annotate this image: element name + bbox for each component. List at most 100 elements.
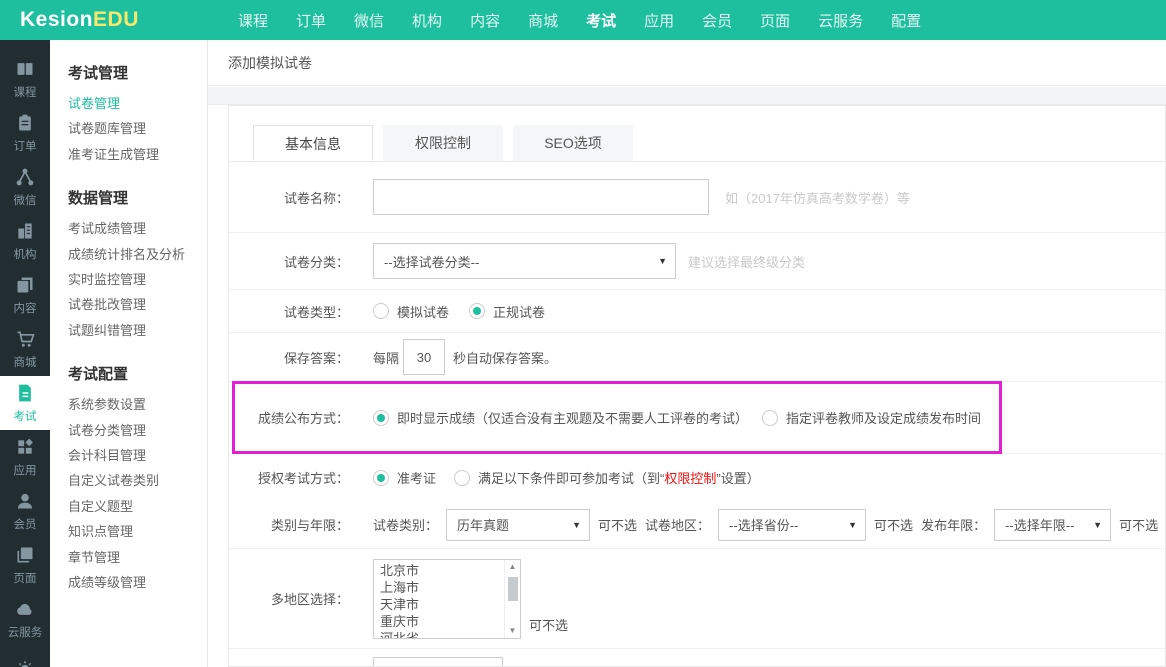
sidenav-item-question-bank[interactable]: 试卷题库管理 <box>68 116 207 141</box>
row-paper-name: 试卷名称： 如（2017年仿真高考数学卷）等 <box>229 162 1165 233</box>
paper-kind-note: 可不选 <box>598 518 638 533</box>
header-spacer <box>208 87 1166 105</box>
paper-type-label: 试卷类型： <box>283 304 349 320</box>
sidebar-item-cloudservice[interactable]: 云服务 <box>0 592 50 646</box>
topnav-item-apps[interactable]: 应用 <box>644 10 674 31</box>
radio-mock-paper[interactable] <box>373 303 389 319</box>
paper-kind-selected-value: 历年真题 <box>457 518 510 533</box>
sidenav-heading-exam-mgmt: 考试管理 <box>68 65 129 82</box>
listbox-scrollbar[interactable]: ▲ ▼ <box>504 559 520 638</box>
scrollbar-thumb[interactable] <box>507 576 518 601</box>
sidebar-item-wechat[interactable]: 微信 <box>0 160 50 214</box>
paper-kind-select[interactable]: 历年真题 ▼ <box>446 508 591 541</box>
topnav-item-mall[interactable]: 商城 <box>528 10 558 31</box>
listbox-option[interactable]: 天津市 <box>380 596 504 613</box>
radio-scheduled-score[interactable] <box>762 409 779 426</box>
multi-region-listbox[interactable]: 北京市 上海市 天津市 重庆市 河北省 ▲ ▼ <box>373 558 521 639</box>
sidenav-item-realtime-monitor[interactable]: 实时监控管理 <box>68 267 207 292</box>
row-paper-type: 试卷类型： 模拟试卷 正规试卷 <box>229 290 1165 333</box>
topnav-item-members[interactable]: 会员 <box>702 10 732 31</box>
topnav-item-orders[interactable]: 订单 <box>296 10 326 31</box>
radio-admission-ticket-label: 准考证 <box>397 471 437 486</box>
sidebar-item-content[interactable]: 内容 <box>0 268 50 322</box>
sidenav-item-score-stats[interactable]: 成绩统计排名及分析 <box>68 242 207 267</box>
paper-category-label: 试卷分类： <box>283 254 349 270</box>
topnav-item-wechat[interactable]: 微信 <box>354 10 384 31</box>
sidebar-item-config[interactable] <box>0 646 50 667</box>
paper-region-select[interactable]: --选择省份-- ▼ <box>718 508 867 541</box>
book-icon <box>15 59 35 84</box>
radio-admission-ticket[interactable] <box>373 469 389 486</box>
sidenav-item-custom-paper-type[interactable]: 自定义试卷类别 <box>68 468 207 493</box>
sidenav-item-error-correction[interactable]: 试题纠错管理 <box>68 318 207 343</box>
radio-condition-entry[interactable] <box>454 469 471 486</box>
copy-icon <box>15 275 35 300</box>
radio-scheduled-score-label: 指定评卷教师及设定成绩发布时间 <box>786 411 982 426</box>
scroll-down-icon[interactable]: ▼ <box>509 626 517 636</box>
save-interval-input[interactable] <box>403 339 446 375</box>
app-logo[interactable]: KesionEDU <box>20 8 139 32</box>
sidenav-item-accounting-subject[interactable]: 会计科目管理 <box>68 443 207 468</box>
share-icon <box>15 167 35 192</box>
paper-name-input[interactable] <box>373 179 709 215</box>
sidebar-item-org[interactable]: 机构 <box>0 214 50 268</box>
user-icon <box>15 491 35 516</box>
paper-name-label: 试卷名称： <box>283 190 349 206</box>
paper-category-select[interactable]: --选择试卷分类-- ▼ <box>373 243 676 279</box>
category-year-label: 类别与年限： <box>270 518 349 533</box>
publish-year-select[interactable]: --选择年限-- ▼ <box>994 508 1112 541</box>
next-field-input-partial[interactable] <box>373 657 503 666</box>
multi-region-label: 多地区选择： <box>270 592 349 607</box>
sidenav-item-chapter-mgmt[interactable]: 章节管理 <box>68 545 207 570</box>
scroll-up-icon[interactable]: ▲ <box>509 562 517 572</box>
paper-region-sub-label: 试卷地区： <box>645 518 711 533</box>
row-next-field-partial <box>229 649 1165 666</box>
listbox-option[interactable]: 河北省 <box>380 630 504 638</box>
tab-permission-control[interactable]: 权限控制 <box>383 125 503 161</box>
topnav-item-org[interactable]: 机构 <box>412 10 442 31</box>
row-category-year: 类别与年限： 试卷类别： 历年真题 ▼ 可不选 试卷地区： --选择省份-- ▼… <box>229 501 1165 549</box>
sidebar-item-apps[interactable]: 应用 <box>0 430 50 484</box>
sidebar-item-mall[interactable]: 商城 <box>0 322 50 376</box>
tab-basic-info[interactable]: 基本信息 <box>253 125 373 161</box>
top-bar: KesionEDU 课程 订单 微信 机构 内容 商城 考试 应用 会员 页面 … <box>0 0 1166 40</box>
topnav-item-exam[interactable]: 考试 <box>586 10 616 31</box>
paper-category-hint: 建议选择最终级分类 <box>688 254 806 270</box>
sidebar-item-orders[interactable]: 订单 <box>0 106 50 160</box>
row-multi-region: 多地区选择： 北京市 上海市 天津市 重庆市 河北省 ▲ ▼ <box>229 549 1165 649</box>
sidenav-item-knowledge-points[interactable]: 知识点管理 <box>68 519 207 544</box>
save-answer-suffix: 秒自动保存答案。 <box>453 350 558 366</box>
multi-region-note: 可不选 <box>529 618 569 633</box>
layers-icon <box>15 545 35 570</box>
save-answer-prefix: 每隔 <box>373 350 400 366</box>
listbox-option[interactable]: 重庆市 <box>380 613 504 630</box>
topnav-item-config[interactable]: 配置 <box>891 10 921 31</box>
permission-control-link[interactable]: 权限控制 <box>664 471 716 486</box>
topnav-item-content[interactable]: 内容 <box>470 10 500 31</box>
listbox-option[interactable]: 上海市 <box>380 579 504 596</box>
sidenav-item-score-mgmt[interactable]: 考试成绩管理 <box>68 216 207 241</box>
sidenav-item-paper-marking[interactable]: 试卷批改管理 <box>68 292 207 317</box>
sidebar-item-exam[interactable]: 考试 <box>0 376 50 430</box>
topnav-item-cloud[interactable]: 云服务 <box>818 10 863 31</box>
topnav-item-courses[interactable]: 课程 <box>238 10 268 31</box>
sidenav-item-paper-category[interactable]: 试卷分类管理 <box>68 418 207 443</box>
sidenav-item-custom-question-type[interactable]: 自定义题型 <box>68 494 207 519</box>
radio-regular-paper[interactable] <box>469 303 486 319</box>
cart-icon <box>15 329 35 354</box>
gear-icon <box>15 659 35 667</box>
sidebar-item-courses[interactable]: 课程 <box>0 52 50 106</box>
radio-instant-score[interactable] <box>373 409 389 426</box>
tab-seo-options[interactable]: SEO选项 <box>513 125 633 161</box>
sidebar-item-pages[interactable]: 页面 <box>0 538 50 592</box>
sidenav-item-admission-ticket[interactable]: 准考证生成管理 <box>68 142 207 167</box>
row-save-answer: 保存答案： 每隔 秒自动保存答案。 <box>229 333 1165 382</box>
document-icon <box>15 383 35 408</box>
paper-type-sub-label: 试卷类别： <box>373 518 439 533</box>
sidenav-item-grade-levels[interactable]: 成绩等级管理 <box>68 570 207 595</box>
sidebar-item-members[interactable]: 会员 <box>0 484 50 538</box>
sidenav-item-system-params[interactable]: 系统参数设置 <box>68 392 207 417</box>
listbox-option[interactable]: 北京市 <box>380 562 504 579</box>
sidenav-item-paper-mgmt[interactable]: 试卷管理 <box>68 91 207 116</box>
topnav-item-pages[interactable]: 页面 <box>760 10 790 31</box>
